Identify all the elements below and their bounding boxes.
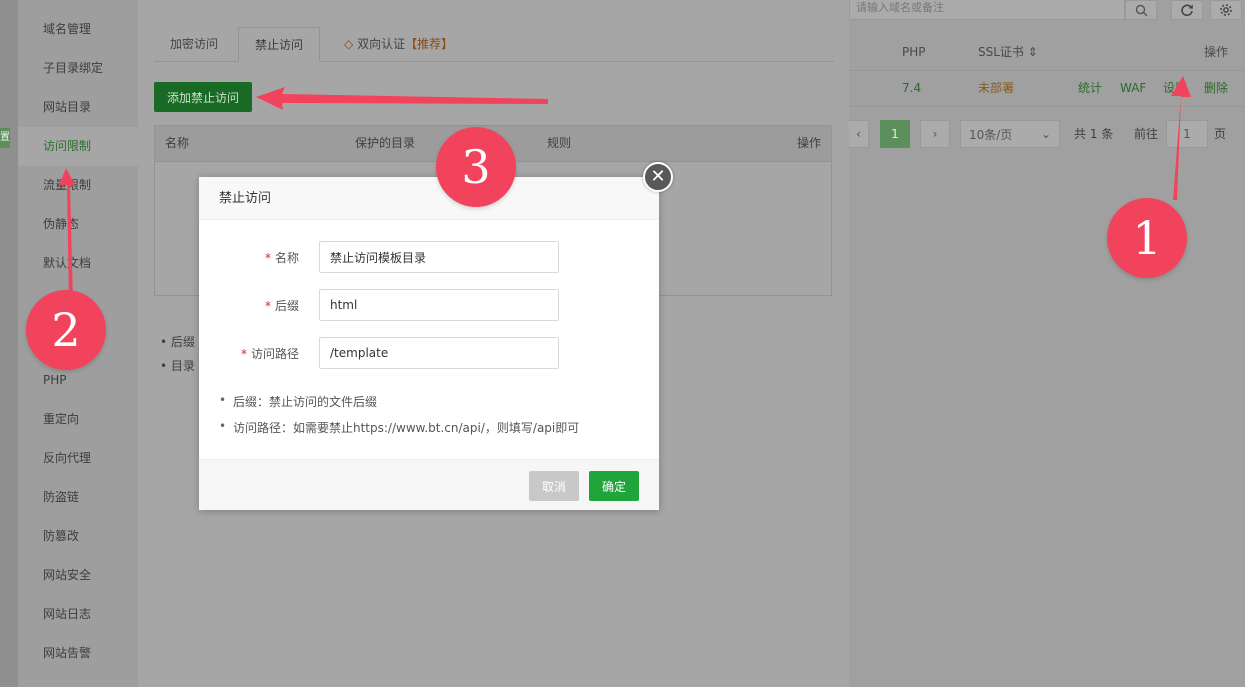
page-size-select[interactable]: 10条/页 ⌄ <box>960 120 1060 148</box>
note-item: • 目录 <box>160 359 195 373</box>
column-operations: 操作 <box>1204 45 1229 59</box>
total-count: 共 1 条 <box>1074 127 1114 141</box>
goto-page-input[interactable]: 1 <box>1166 120 1208 148</box>
suffix-label: * 后缀 <box>199 297 299 314</box>
suffix-input[interactable] <box>319 289 559 321</box>
column-ssl-label: SSL证书 <box>978 45 1024 59</box>
divider <box>849 106 1245 107</box>
delete-link[interactable]: 删除 <box>1204 74 1228 102</box>
path-label: * 访问路径 <box>199 345 299 362</box>
path-input[interactable] <box>319 337 559 369</box>
name-label: * 名称 <box>199 249 299 266</box>
sidebar-item-access-limit[interactable]: 访问限制 <box>43 136 91 156</box>
step-badge-3: 3 <box>436 127 516 207</box>
path-tip: 访问路径：如需要禁止https://www.bt.cn/api/，则填写/api… <box>219 419 579 436</box>
sidebar-item-subdirectory[interactable]: 子目录绑定 <box>43 58 103 78</box>
forbidden-access-dialog: 禁止访问 *名称 *后缀 *访问路径 后缀：禁止访问的文件后缀 访问路径：如需要… <box>199 177 659 510</box>
step-badge-1: 1 <box>1107 198 1187 278</box>
dialog-title: 禁止访问 <box>199 177 659 220</box>
sidebar-item-reverse-proxy[interactable]: 反向代理 <box>43 448 91 468</box>
tab-two-factor[interactable]: ◇ 双向认证【推荐】 <box>328 27 469 62</box>
required-marker: * <box>264 251 271 265</box>
stats-link[interactable]: 统计 <box>1078 74 1102 102</box>
search-input[interactable]: 请输入域名或备注 <box>849 0 1125 20</box>
php-version[interactable]: 7.4 <box>902 74 921 102</box>
sidebar-item-site-directory[interactable]: 网站目录 <box>43 97 91 117</box>
tab-forbidden-access[interactable]: 禁止访问 <box>238 27 321 62</box>
name-input[interactable] <box>319 241 559 273</box>
sidebar-item-hotlink[interactable]: 防盗链 <box>43 487 79 507</box>
page-size-value: 10条/页 <box>969 127 1013 142</box>
tab-encrypted-access[interactable]: 加密访问 <box>154 27 234 62</box>
gear-icon[interactable] <box>1210 0 1242 20</box>
diamond-icon: ◇ <box>344 37 354 51</box>
sidebar-item-site-security[interactable]: 网站安全 <box>43 565 91 585</box>
sidebar-item-traffic-limit[interactable]: 流量限制 <box>43 175 91 195</box>
confirm-button[interactable]: 确定 <box>589 471 639 501</box>
column-rule: 规则 <box>547 136 572 150</box>
close-icon[interactable]: ✕ <box>643 162 673 192</box>
sidebar-item-site-alerts[interactable]: 网站告警 <box>43 643 91 663</box>
divider <box>849 70 1245 71</box>
add-forbidden-access-button[interactable]: 添加禁止访问 <box>154 82 252 112</box>
search-icon[interactable] <box>1125 0 1157 20</box>
ssl-status[interactable]: 未部署 <box>978 74 1014 102</box>
step-badge-2: 2 <box>26 290 106 370</box>
column-name: 名称 <box>165 136 190 150</box>
goto-label: 前往 <box>1134 127 1159 141</box>
chevron-down-icon: ⌄ <box>1040 127 1051 141</box>
column-ssl[interactable]: SSL证书 ⇕ <box>978 36 1038 68</box>
waf-link[interactable]: WAF <box>1120 74 1146 102</box>
settings-link[interactable]: 设置 <box>1163 74 1187 102</box>
suffix-tip: 后缀：禁止访问的文件后缀 <box>219 393 377 410</box>
prev-page-button[interactable]: ‹ <box>849 120 869 148</box>
cancel-button[interactable]: 取消 <box>529 471 579 501</box>
edge-tag: 置 <box>0 128 10 148</box>
required-marker: * <box>264 299 271 313</box>
refresh-icon[interactable] <box>1171 0 1203 20</box>
name-label-text: 名称 <box>274 251 299 265</box>
required-marker: * <box>240 347 247 361</box>
note-text: 后缀 <box>170 335 195 349</box>
note-text: 目录 <box>170 359 195 373</box>
page-number-button[interactable]: 1 <box>880 120 910 148</box>
next-page-button[interactable]: › <box>920 120 950 148</box>
sidebar-item-default-doc[interactable]: 默认文档 <box>43 253 91 273</box>
suffix-label-text: 后缀 <box>274 299 299 313</box>
dialog-footer: 取消 确定 <box>199 459 659 510</box>
path-label-text: 访问路径 <box>250 347 299 361</box>
column-php: PHP <box>902 45 926 59</box>
sidebar-item-domains[interactable]: 域名管理 <box>43 19 91 39</box>
sidebar-item-php[interactable]: PHP <box>43 370 67 390</box>
tab-two-factor-label: 双向认证 <box>357 37 406 51</box>
column-protected-dir: 保护的目录 <box>355 136 416 150</box>
sort-icon: ⇕ <box>1027 45 1038 59</box>
sidebar-item-tamper-proof[interactable]: 防篡改 <box>43 526 79 546</box>
page-unit: 页 <box>1214 127 1227 141</box>
note-item: • 后缀 <box>160 335 195 349</box>
site-list-background <box>849 0 1245 687</box>
recommended-badge: 【推荐】 <box>405 37 454 51</box>
sidebar-item-site-logs[interactable]: 网站日志 <box>43 604 91 624</box>
sidebar-item-redirect[interactable]: 重定向 <box>43 409 79 429</box>
column-operations: 操作 <box>797 136 822 150</box>
sidebar-item-rewrite[interactable]: 伪静态 <box>43 214 79 234</box>
